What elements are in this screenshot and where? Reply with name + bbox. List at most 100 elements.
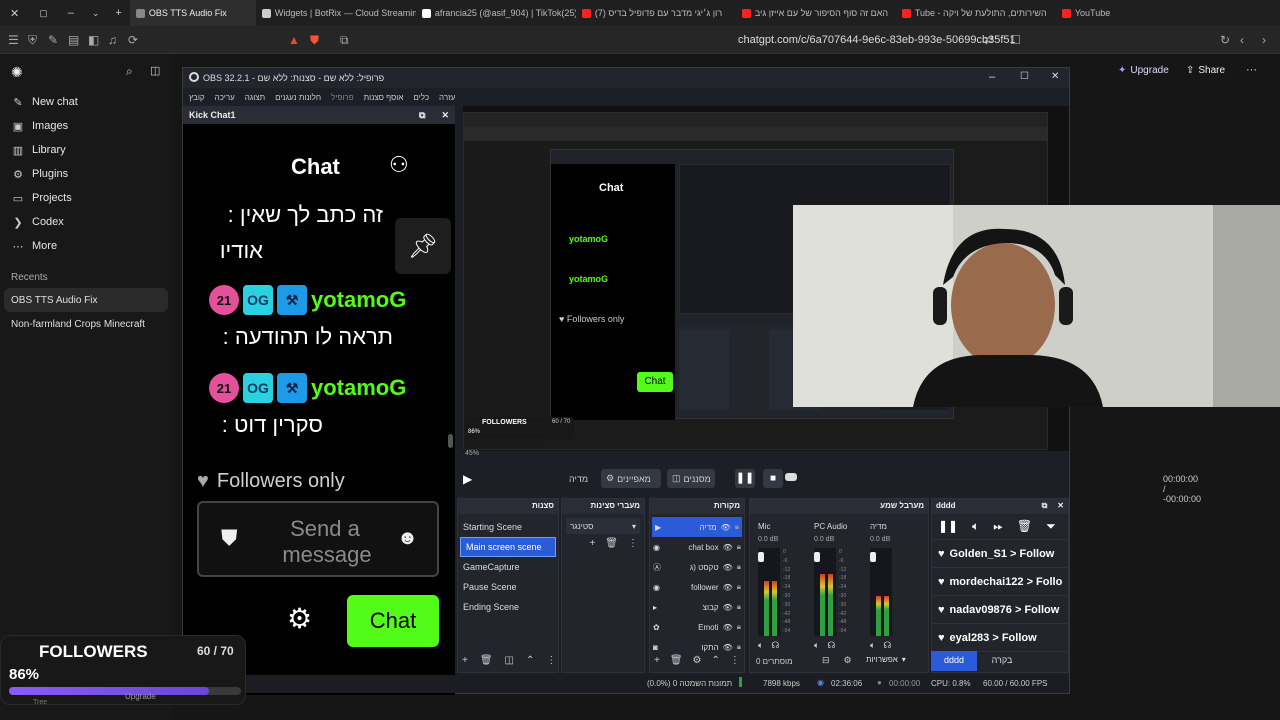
dock-float-icon[interactable]: ⧉	[419, 110, 425, 121]
delete-scene-icon[interactable]: 🗑︎	[480, 655, 493, 666]
browser-tab[interactable]: האם זה סוף הסיפור של עם אייזן גיב	[736, 0, 896, 26]
chat-users-icon[interactable]: ⚇	[389, 152, 409, 178]
more-vert-icon[interactable]: ⋮	[546, 655, 556, 666]
visibility-eye-icon[interactable]: 👁︎	[723, 563, 733, 572]
menu-icon[interactable]: ☰	[8, 33, 19, 47]
upgrade-button[interactable]: ✦ Upgrade	[1118, 65, 1169, 76]
search-icon[interactable]: ⌕	[126, 64, 133, 79]
scene-item[interactable]: Ending Scene	[458, 597, 558, 617]
shield-icon[interactable]: ⛨	[28, 33, 37, 48]
filters-button[interactable]: ◫ מסננים	[667, 469, 715, 488]
chat-send-button[interactable]: Chat	[347, 595, 439, 647]
pin-icon[interactable]: 📌︎	[395, 218, 451, 274]
follow-alert-row[interactable]: ♥ Golden_S1 > Follow	[932, 540, 1068, 568]
reload-icon[interactable]: ↻	[1220, 33, 1230, 47]
visibility-eye-icon[interactable]: 👁︎	[723, 603, 733, 612]
bookmarks-icon[interactable]: ▤	[68, 33, 79, 47]
browser-tab[interactable]: Tube - השירותים, התולעת של ויקה	[896, 0, 1056, 26]
follow-alert-row[interactable]: ♥ mordechai122 > Follo	[932, 568, 1068, 596]
emoji-icon[interactable]: ☻	[397, 527, 418, 550]
volume-fader[interactable]	[870, 552, 876, 562]
scene-item[interactable]: GameCapture	[458, 557, 558, 577]
dock-float-icon[interactable]: ⧉	[1042, 501, 1048, 512]
dock-tab-dddd[interactable]: dddd	[931, 651, 977, 671]
extension-icon[interactable]: ✎	[48, 33, 58, 47]
pause-icon[interactable]: ❚❚	[735, 469, 755, 488]
share-button[interactable]: ⇪ Share	[1186, 65, 1225, 76]
seek-handle[interactable]	[785, 473, 797, 481]
sidebar-item-codex[interactable]: ❯ Codex	[0, 210, 172, 234]
scene-config-icon[interactable]: ◫	[505, 655, 514, 666]
dock-tab-controls[interactable]: בקרה	[977, 651, 1027, 671]
delete-source-icon[interactable]: 🗑︎	[670, 655, 683, 666]
source-item[interactable]: 🔒︎ 👁︎ Emoti ✿	[650, 617, 744, 637]
tab-overview-icon[interactable]: ▢	[29, 8, 58, 19]
scene-item[interactable]: Pause Scene	[458, 577, 558, 597]
media-seek-slider[interactable]	[785, 473, 1041, 481]
properties-button[interactable]: ⚙ מאפיינים	[601, 469, 661, 488]
minimize-icon[interactable]: –	[58, 7, 84, 19]
lock-icon[interactable]: 🔒︎	[737, 622, 741, 632]
speaker-icon[interactable]: 🔈︎	[814, 640, 819, 651]
volume-icon[interactable]: 🔈︎	[972, 519, 979, 534]
lock-icon[interactable]: 🔒︎	[737, 642, 741, 652]
visibility-eye-icon[interactable]: 👁︎	[723, 543, 733, 552]
add-source-icon[interactable]: +	[654, 655, 660, 666]
stop-icon[interactable]: ■	[763, 469, 783, 488]
browser-tab[interactable]: OBS TTS Audio Fix	[129, 0, 256, 26]
obs-menu-item[interactable]: עריכה	[215, 93, 235, 102]
obs-menu-item[interactable]: אוסף סצנות	[364, 93, 404, 102]
visibility-eye-icon[interactable]: 👁︎	[721, 523, 731, 532]
volume-fader[interactable]	[758, 552, 764, 562]
browser-tab[interactable]: Widgets | BotRix — Cloud Streamin	[256, 0, 416, 26]
sidebar-toggle-icon[interactable]: ◧	[88, 33, 99, 47]
source-item[interactable]: 🔒︎ 👁︎ טקסט (ג Ⓐ	[650, 557, 744, 577]
visibility-eye-icon[interactable]: 👁︎	[723, 583, 733, 592]
dock-close-icon[interactable]: ✕	[1057, 501, 1064, 512]
lock-icon[interactable]: 🔒︎	[735, 522, 739, 532]
headphones-icon[interactable]: ☊	[771, 640, 779, 651]
close-window-icon[interactable]: ✕	[0, 7, 29, 20]
recent-chat-item[interactable]: OBS TTS Audio Fix	[4, 288, 168, 312]
chat-username[interactable]: yotamoG	[311, 287, 406, 313]
more-options-button[interactable]: ···	[1246, 64, 1257, 76]
move-up-icon[interactable]: ⌃	[712, 655, 720, 666]
volume-fader[interactable]	[814, 552, 820, 562]
move-up-icon[interactable]: ⌃	[526, 655, 534, 666]
speaker-icon[interactable]: 🔈︎	[870, 640, 875, 651]
more-vert-icon[interactable]: ⋮	[628, 538, 638, 549]
sidebar-item-projects[interactable]: ▭ Projects	[0, 186, 172, 210]
follow-alert-row[interactable]: ♥ nadav09876 > Follow	[932, 596, 1068, 624]
source-item[interactable]: 🔒︎ 👁︎ follower ◉	[650, 577, 744, 597]
add-transition-icon[interactable]: +	[589, 538, 595, 549]
dock-close-icon[interactable]: ✕	[441, 110, 449, 121]
source-item[interactable]: 🔒︎ 👁︎ התקו ◙	[650, 637, 744, 657]
new-tab-icon[interactable]: +	[107, 7, 129, 19]
sidebar-item-library[interactable]: ▥ Library	[0, 138, 172, 162]
forward-icon[interactable]: ›	[1262, 33, 1266, 47]
scene-item[interactable]: Main screen scene	[460, 537, 556, 557]
lock-icon[interactable]: 🔒︎	[737, 582, 741, 592]
skip-icon[interactable]: ⏩︎	[993, 519, 1003, 534]
headphones-icon[interactable]: ☊	[827, 640, 835, 651]
obs-menu-item[interactable]: כלים	[413, 93, 429, 102]
back-icon[interactable]: ‹	[1240, 33, 1244, 47]
sidebar-item-plugins[interactable]: ⚙ Plugins	[0, 162, 172, 186]
sidebar-collapse-icon[interactable]: ◫	[150, 64, 160, 77]
music-icon[interactable]: ♫	[108, 33, 117, 47]
obs-close-icon[interactable]: ✕	[1051, 71, 1059, 82]
speaker-icon[interactable]: 🔈︎	[758, 640, 763, 651]
mixer-layout-icon[interactable]: ⊟	[822, 655, 830, 666]
settings-gear-icon[interactable]: ⚙	[287, 602, 312, 635]
obs-menu-item[interactable]: קובץ	[189, 93, 205, 102]
obs-menu-item[interactable]: חלונות נעגנים	[275, 93, 321, 102]
sidebar-item-new-chat[interactable]: ✎ New chat	[0, 90, 172, 114]
transition-select[interactable]: סטינגר ▾	[566, 518, 640, 534]
sidebar-item-more[interactable]: ⋯ More	[0, 234, 172, 258]
obs-menu-item[interactable]: תצוגה	[245, 93, 265, 102]
obs-maximize-icon[interactable]: ☐	[1020, 71, 1029, 82]
lock-icon[interactable]: 🔒︎	[737, 562, 741, 572]
lock-icon[interactable]: 🔒︎	[737, 542, 741, 552]
play-icon[interactable]: ▶	[463, 472, 472, 486]
more-vert-icon[interactable]: ⋮	[730, 655, 740, 666]
